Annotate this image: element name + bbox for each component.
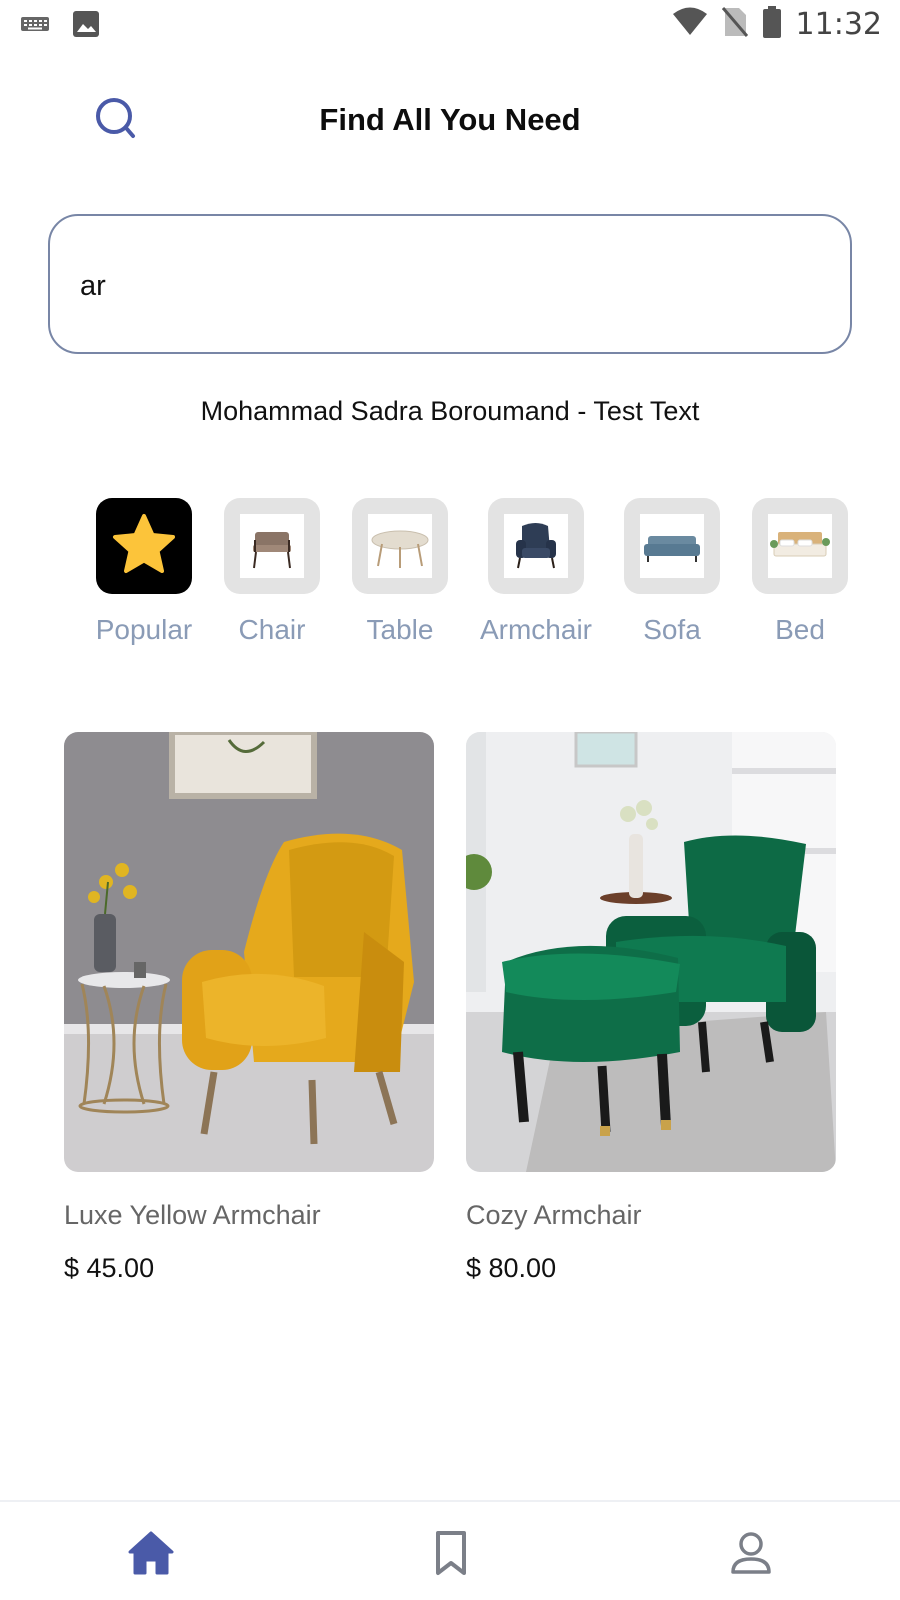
- category-chair-box: [224, 498, 320, 594]
- category-bed-box: [752, 498, 848, 594]
- green-armchair-photo: [466, 732, 836, 1172]
- bottom-navigation: [0, 1500, 900, 1600]
- product-price: $ 80.00: [466, 1253, 557, 1283]
- profile-icon[interactable]: [726, 1528, 776, 1578]
- status-time: 11:32: [795, 7, 882, 42]
- category-label: Chair: [238, 614, 306, 645]
- chair-thumbnail: [253, 532, 291, 569]
- page-title: Find All You Need: [319, 102, 581, 137]
- product-card[interactable]: Luxe Yellow Armchair $ 45.00: [64, 732, 434, 1284]
- category-popular[interactable]: Popular: [74, 498, 214, 646]
- category-sofa-box: [624, 498, 720, 594]
- armchair-thumbnail: [516, 523, 556, 569]
- category-label: Sofa: [643, 614, 701, 645]
- battery-icon: [762, 6, 782, 43]
- star-icon: [113, 514, 175, 573]
- product-price: $ 45.00: [64, 1253, 155, 1283]
- wifi-icon: [672, 7, 708, 42]
- category-sofa[interactable]: Sofa: [602, 498, 742, 646]
- no-sim-icon: [721, 6, 748, 43]
- category-label: Popular: [95, 614, 193, 645]
- category-bed[interactable]: Bed: [730, 498, 870, 646]
- header: Find All You Need: [0, 80, 900, 160]
- product-name: Luxe Yellow Armchair: [64, 1200, 321, 1230]
- category-chair[interactable]: Chair: [202, 498, 342, 646]
- table-thumbnail: [371, 530, 429, 568]
- product-name: Cozy Armchair: [466, 1200, 642, 1230]
- yellow-armchair-photo: [64, 732, 434, 1172]
- product-card[interactable]: Cozy Armchair $ 80.00: [466, 732, 836, 1284]
- category-table[interactable]: Table: [330, 498, 470, 646]
- image-icon: [72, 10, 100, 43]
- category-table-box: [352, 498, 448, 594]
- category-label: Armchair: [479, 614, 592, 645]
- search-input[interactable]: [80, 256, 820, 316]
- category-list: Popular Chair Table Armchair Sofa Bed: [0, 498, 900, 658]
- search-field[interactable]: [48, 214, 852, 354]
- subtitle-text: Mohammad Sadra Boroumand - Test Text: [200, 396, 700, 426]
- keyboard-icon: [20, 14, 50, 39]
- app-screen: 11:32 Find All You Need Mohammad Sadra B…: [0, 0, 900, 1600]
- category-label: Bed: [775, 614, 825, 645]
- category-armchair-box: [488, 498, 584, 594]
- status-bar: 11:32: [0, 0, 900, 48]
- bookmark-icon[interactable]: [426, 1528, 476, 1578]
- category-label: Table: [366, 614, 434, 645]
- home-icon[interactable]: [126, 1528, 176, 1578]
- category-popular-box: [96, 498, 192, 594]
- sofa-thumbnail: [644, 536, 700, 562]
- bed-thumbnail: [770, 532, 830, 557]
- category-armchair[interactable]: Armchair: [466, 498, 606, 646]
